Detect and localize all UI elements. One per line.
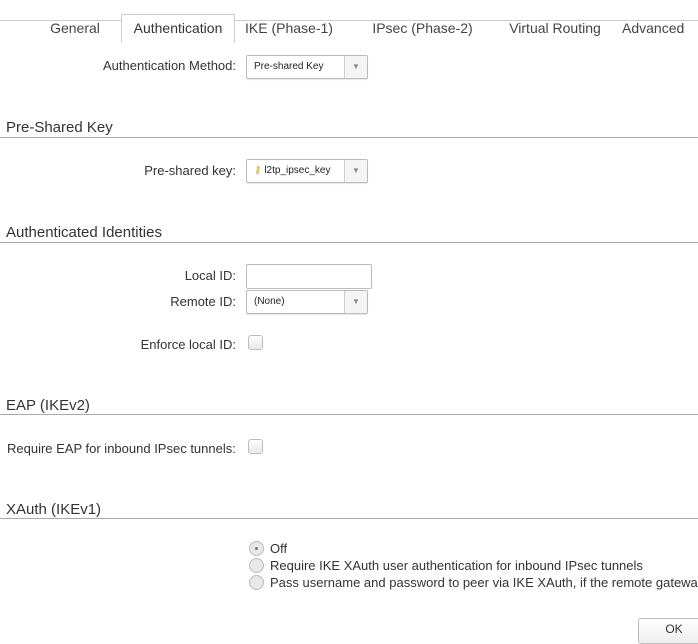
eap-checkbox[interactable] <box>248 439 263 454</box>
remote-id-value: (None) <box>254 296 285 307</box>
remote-id-label: Remote ID: <box>170 294 236 309</box>
enforce-local-id-label: Enforce local ID: <box>140 337 236 352</box>
divider <box>0 518 698 519</box>
auth-method-label: Authentication Method: <box>103 58 236 73</box>
tab-bar: General Authentication IKE (Phase-1) IPs… <box>0 14 698 43</box>
divider <box>0 137 698 138</box>
xauth-off-radio[interactable] <box>249 541 264 556</box>
divider <box>0 414 698 415</box>
xauth-pass-label: Pass username and password to peer via I… <box>270 575 698 590</box>
eap-section-title: EAP (IKEv2) <box>6 397 90 414</box>
psk-section-title: Pre-Shared Key <box>6 119 113 136</box>
key-icon: ⚷ <box>254 165 262 176</box>
divider <box>0 242 698 243</box>
chevron-down-icon: ▼ <box>344 56 367 78</box>
xauth-pass-radio[interactable] <box>249 575 264 590</box>
tab-authentication[interactable]: Authentication <box>121 14 235 43</box>
identities-section-title: Authenticated Identities <box>6 224 162 241</box>
psk-select[interactable]: ⚷ l2tp_ipsec_key ▼ <box>246 159 368 183</box>
chevron-down-icon: ▼ <box>344 291 367 313</box>
tab-general[interactable]: General <box>30 15 120 41</box>
auth-method-value: Pre-shared Key <box>254 61 324 72</box>
tab-advanced[interactable]: Advanced <box>622 15 698 41</box>
remote-id-select[interactable]: (None) ▼ <box>246 290 368 314</box>
xauth-off-label: Off <box>270 541 288 556</box>
auth-method-select[interactable]: Pre-shared Key ▼ <box>246 55 368 79</box>
tab-ipsec-phase2[interactable]: IPsec (Phase-2) <box>360 15 485 41</box>
psk-label: Pre-shared key: <box>144 163 236 178</box>
local-id-input[interactable] <box>246 264 372 289</box>
eap-label: Require EAP for inbound IPsec tunnels: <box>7 441 236 456</box>
xauth-require-label: Require IKE XAuth user authentication fo… <box>270 558 643 573</box>
local-id-label: Local ID: <box>184 268 236 283</box>
chevron-down-icon: ▼ <box>344 160 367 182</box>
psk-value: l2tp_ipsec_key <box>264 165 331 176</box>
enforce-local-id-checkbox[interactable] <box>248 335 263 350</box>
tab-virtual-routing[interactable]: Virtual Routing <box>495 15 615 41</box>
ok-button[interactable]: OK <box>638 618 698 644</box>
xauth-section-title: XAuth (IKEv1) <box>6 501 102 518</box>
tab-ike-phase1[interactable]: IKE (Phase-1) <box>234 15 344 41</box>
xauth-require-radio[interactable] <box>249 558 264 573</box>
